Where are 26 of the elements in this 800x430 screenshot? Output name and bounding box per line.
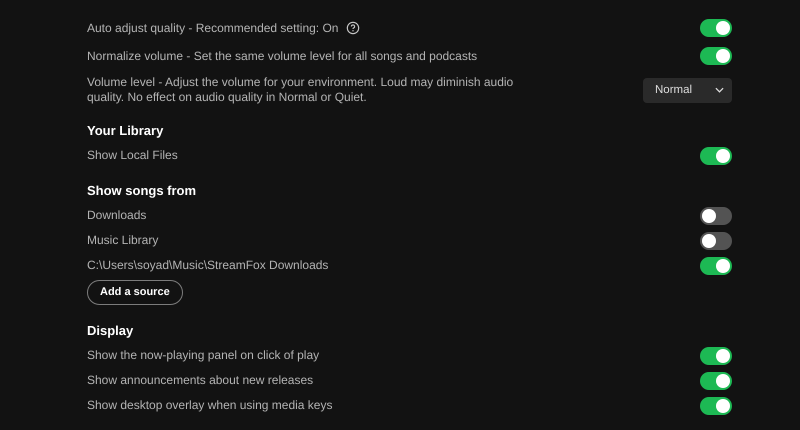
help-icon[interactable]	[346, 21, 360, 35]
setting-label: Show Local Files	[87, 148, 178, 163]
chevron-icon	[715, 87, 724, 93]
setting-label: Normalize volume - Set the same volume level for all songs and podcasts	[87, 48, 478, 64]
toggle-switch[interactable]	[700, 372, 732, 390]
setting-label: Show desktop overlay when using media keys	[87, 398, 332, 413]
toggle-switch[interactable]	[700, 146, 732, 164]
toggle-switch[interactable]	[700, 47, 732, 65]
section-heading: Display	[87, 322, 134, 340]
setting-label: Volume level - Adjust the volume for your environment. Loud may diminish audio quality. No effect on audio quality in Normal or Quiet.	[87, 75, 514, 105]
toggle-switch[interactable]	[700, 396, 732, 414]
setting-label: Music Library	[87, 233, 158, 248]
section-heading: Show songs from	[87, 182, 198, 200]
setting-label: Show the now-playing panel on click of play	[87, 348, 320, 363]
toggle-switch[interactable]	[700, 232, 732, 250]
section-heading: Your Library	[87, 122, 164, 140]
setting-label: C:\Users\soyad\Music\StreamFox Downloads	[87, 258, 328, 273]
setting-label: Auto adjust quality - Recommended setting: On	[87, 20, 338, 36]
add-source-button[interactable]: Add a source	[87, 280, 183, 304]
toggle-switch[interactable]	[700, 256, 732, 274]
setting-label: Downloads	[87, 208, 146, 223]
toggle-switch[interactable]	[700, 206, 732, 224]
toggle-switch[interactable]	[700, 19, 732, 37]
setting-label: Show announcements about new releases	[87, 373, 314, 388]
toggle-switch[interactable]	[700, 346, 732, 364]
dropdown[interactable]: Normal	[643, 78, 732, 102]
